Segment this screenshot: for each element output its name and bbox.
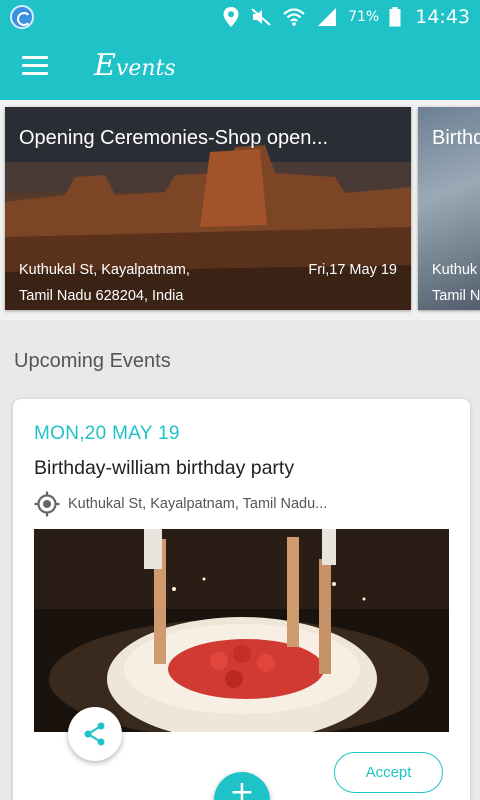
featured-event-address: Kuthukal St, Kayalpatnam, Tamil Nadu 628… bbox=[19, 262, 190, 304]
event-location-text: Kuthukal St, Kayalpatnam, Tamil Nadu... bbox=[68, 496, 328, 512]
menu-icon-line bbox=[22, 64, 48, 67]
battery-percent: 71% bbox=[348, 9, 380, 25]
menu-icon-line bbox=[22, 56, 48, 59]
upcoming-events-heading: Upcoming Events bbox=[14, 350, 171, 372]
status-icons: 71% 14:43 bbox=[222, 4, 470, 30]
share-icon bbox=[84, 722, 105, 746]
battery-icon bbox=[389, 7, 401, 27]
featured-carousel[interactable]: Opening Ceremonies-Shop open... Kuthukal… bbox=[0, 100, 480, 320]
sync-notification-icon bbox=[10, 5, 34, 29]
featured-event-date: Fri,17 May 19 bbox=[308, 262, 397, 278]
app-bar: Events bbox=[0, 34, 480, 100]
cake-illustration bbox=[34, 529, 449, 732]
wifi-icon bbox=[283, 8, 305, 26]
featured-event-card[interactable]: Opening Ceremonies-Shop open... Kuthukal… bbox=[5, 107, 411, 310]
event-location: Kuthukal St, Kayalpatnam, Tamil Nadu... bbox=[34, 491, 327, 517]
signal-icon bbox=[318, 8, 337, 26]
accept-button[interactable]: Accept bbox=[334, 752, 443, 793]
menu-button[interactable] bbox=[22, 54, 50, 78]
event-date: MON,20 MAY 19 bbox=[34, 423, 180, 444]
status-bar: 71% 14:43 bbox=[0, 0, 480, 34]
plus-icon: + bbox=[229, 775, 255, 800]
menu-icon-line bbox=[22, 72, 48, 75]
location-target-icon bbox=[34, 491, 60, 517]
featured-event-title: Birthd bbox=[432, 127, 480, 149]
event-card[interactable]: MON,20 MAY 19 Birthday-william birthday … bbox=[13, 399, 470, 800]
featured-event-title: Opening Ceremonies-Shop open... bbox=[19, 127, 329, 149]
featured-event-address: Kuthuk Tamil N bbox=[432, 262, 480, 304]
featured-event-card[interactable]: Birthd Kuthuk Tamil N bbox=[418, 107, 480, 310]
location-icon bbox=[223, 7, 239, 27]
birthday-cake-image bbox=[34, 529, 449, 732]
app-logo: Events bbox=[94, 48, 176, 83]
clock: 14:43 bbox=[415, 6, 470, 28]
mute-icon bbox=[251, 8, 271, 26]
event-title: Birthday-william birthday party bbox=[34, 457, 295, 479]
share-button[interactable] bbox=[68, 707, 122, 761]
